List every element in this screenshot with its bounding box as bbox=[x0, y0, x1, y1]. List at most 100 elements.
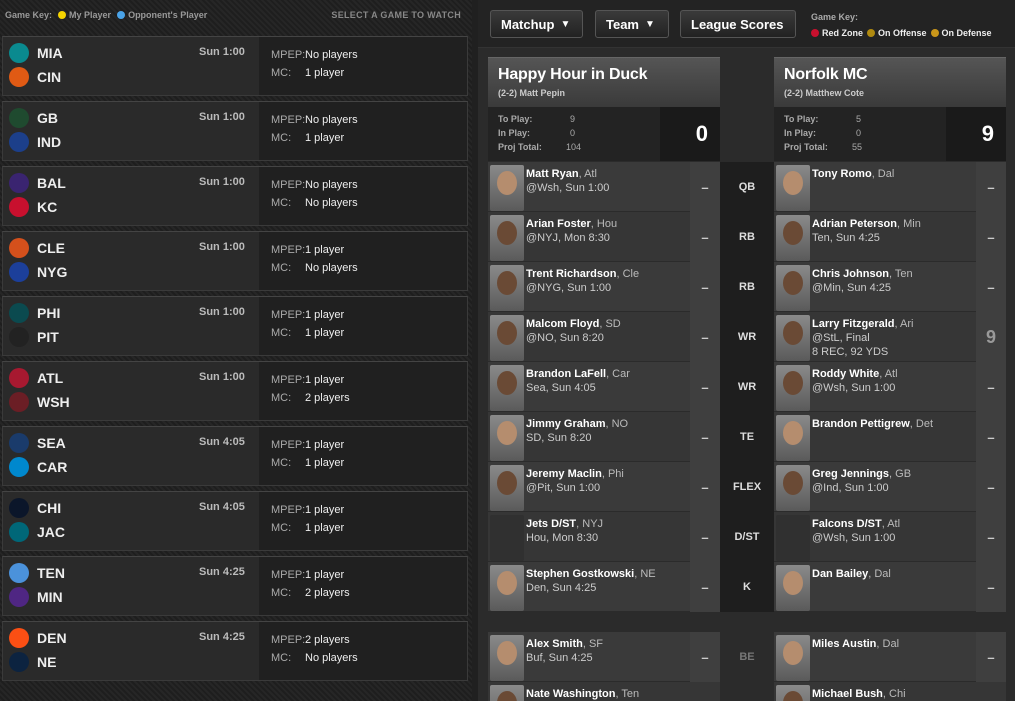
player-name[interactable]: Adrian Peterson, Min bbox=[812, 218, 921, 230]
game-card[interactable]: TEN MIN Sun 4:25 MPEP:1 player MC: 2 players bbox=[2, 556, 468, 616]
player-slot[interactable]: Michael Bush, Chi bbox=[774, 682, 1006, 701]
team-row: CIN bbox=[9, 67, 61, 87]
team-logo-icon bbox=[9, 67, 29, 87]
game-time: Sun 1:00 bbox=[199, 371, 245, 383]
player-slot[interactable]: Greg Jennings, GB @Ind, Sun 1:00– bbox=[774, 462, 1006, 512]
player-slot[interactable]: Roddy White, Atl @Wsh, Sun 1:00 – bbox=[774, 362, 1006, 412]
player-name[interactable]: Jets D/ST, NYJ bbox=[526, 518, 603, 530]
mpep-row: MPEP:1 player bbox=[271, 504, 344, 516]
game-time: Sun 1:00 bbox=[199, 306, 245, 318]
mc-value: No players bbox=[305, 197, 358, 209]
game-card[interactable]: MIA CIN Sun 1:00 MPEP:No players MC: 1 player bbox=[2, 36, 468, 96]
player-team: , Chi bbox=[882, 688, 906, 700]
player-photo bbox=[776, 465, 810, 511]
player-slot[interactable]: Jeremy Maclin, Phi @Pit, Sun 1:00– bbox=[488, 462, 720, 512]
team-abbr: WSH bbox=[37, 394, 70, 410]
game-players-info: MPEP:2 players MC: No players bbox=[259, 622, 467, 680]
game-players-info: MPEP:1 player MC: 2 players bbox=[259, 362, 467, 420]
team-row: CLE bbox=[9, 238, 65, 258]
player-slot[interactable]: Chris Johnson, Ten @Min, Sun 4:25 – bbox=[774, 262, 1006, 312]
game-card[interactable]: CLE NYG Sun 1:00 MPEP:1 player MC: No players bbox=[2, 231, 468, 291]
player-name[interactable]: Roddy White, Atl bbox=[812, 368, 898, 380]
left-game-key: Game Key: My Player Opponent's Player SE… bbox=[0, 0, 472, 30]
player-name[interactable]: Miles Austin, Dal bbox=[812, 638, 899, 650]
player-photo bbox=[490, 165, 524, 211]
in-play-label: In Play: bbox=[498, 128, 531, 138]
player-name[interactable]: Larry Fitzgerald, Ari bbox=[812, 318, 913, 330]
player-slot[interactable]: Larry Fitzgerald, Ari @StL, Final 8 REC, 9… bbox=[774, 312, 1006, 362]
player-name[interactable]: Matt Ryan, Atl bbox=[526, 168, 597, 180]
player-name[interactable]: Trent Richardson, Cle bbox=[526, 268, 639, 280]
player-name[interactable]: Stephen Gostkowski, NE bbox=[526, 568, 656, 580]
mpep-label: MPEP: bbox=[271, 114, 306, 126]
mpep-row: MPEP:No players bbox=[271, 114, 358, 126]
team-abbr: CHI bbox=[37, 500, 62, 516]
player-name[interactable]: Malcom Floyd, SD bbox=[526, 318, 621, 330]
team-header-left[interactable]: Happy Hour in Duck (2-2) Matt Pepin bbox=[488, 57, 720, 107]
game-card[interactable]: ATL WSH Sun 1:00 MPEP:1 player MC: 2 players bbox=[2, 361, 468, 421]
player-slot[interactable]: Jets D/ST, NYJ Hou, Mon 8:30 – bbox=[488, 512, 720, 562]
team-name: Norfolk MC bbox=[784, 66, 868, 83]
player-name[interactable]: Jimmy Graham, NO bbox=[526, 418, 628, 430]
mc-row: MC: 1 player bbox=[271, 457, 344, 469]
select-game-hint: SELECT A GAME TO WATCH bbox=[331, 10, 461, 20]
game-key-label: Game Key: bbox=[5, 10, 53, 20]
game-card[interactable]: GB IND Sun 1:00 MPEP:No players MC: 1 player bbox=[2, 101, 468, 161]
to-play-label: To Play: bbox=[498, 114, 533, 124]
in-play-value: 0 bbox=[856, 128, 862, 138]
mpep-label: MPEP: bbox=[271, 374, 306, 386]
player-name[interactable]: Brandon Pettigrew, Det bbox=[812, 418, 933, 430]
player-slot[interactable]: Brandon Pettigrew, Det – bbox=[774, 412, 1006, 462]
team-dropdown-button[interactable]: Team ▼ bbox=[595, 10, 669, 38]
team-logo-icon bbox=[9, 457, 29, 477]
team-logo-icon bbox=[9, 433, 29, 453]
player-name-text: Brandon Pettigrew bbox=[812, 418, 910, 430]
player-slot[interactable]: Nate Washington, Ten bbox=[488, 682, 720, 701]
game-card[interactable]: DEN NE Sun 4:25 MPEP:2 players MC: No players bbox=[2, 621, 468, 681]
player-slot[interactable]: Adrian Peterson, Min Ten, Sun 4:25 – bbox=[774, 212, 1006, 262]
player-name[interactable]: Falcons D/ST, Atl bbox=[812, 518, 900, 530]
player-slot[interactable]: Miles Austin, Dal – bbox=[774, 632, 1006, 682]
mpep-value: 1 player bbox=[305, 504, 345, 516]
player-game-line: Ten, Sun 4:25 bbox=[812, 232, 880, 244]
player-slot[interactable]: Falcons D/ST, Atl @Wsh, Sun 1:00 – bbox=[774, 512, 1006, 562]
player-name[interactable]: Tony Romo, Dal bbox=[812, 168, 894, 180]
player-name[interactable]: Alex Smith, SF bbox=[526, 638, 603, 650]
game-card[interactable]: CHI JAC Sun 4:05 MPEP:1 player MC: 1 player bbox=[2, 491, 468, 551]
team-header-right[interactable]: Norfolk MC (2-2) Matthew Cote bbox=[774, 57, 1006, 107]
team-row: PIT bbox=[9, 327, 59, 347]
league-scores-button[interactable]: League Scores bbox=[680, 10, 796, 38]
player-slot[interactable]: Brandon LaFell, Car Sea, Sun 4:05 – bbox=[488, 362, 720, 412]
player-name[interactable]: Nate Washington, Ten bbox=[526, 688, 639, 700]
player-slot[interactable]: Tony Romo, Dal – bbox=[774, 162, 1006, 212]
player-name[interactable]: Chris Johnson, Ten bbox=[812, 268, 913, 280]
matchup-dropdown-button[interactable]: Matchup ▼ bbox=[490, 10, 583, 38]
game-card[interactable]: PHI PIT Sun 1:00 MPEP:1 player MC: 1 player bbox=[2, 296, 468, 356]
player-name[interactable]: Brandon LaFell, Car bbox=[526, 368, 630, 380]
game-players-info: MPEP:1 player MC: 1 player bbox=[259, 297, 467, 355]
game-time: Sun 4:25 bbox=[199, 566, 245, 578]
player-slot[interactable]: Alex Smith, SF Buf, Sun 4:25 – bbox=[488, 632, 720, 682]
player-slot[interactable]: Stephen Gostkowski, NE Den, Sun 4:25 – bbox=[488, 562, 720, 612]
player-points: – bbox=[690, 162, 720, 212]
player-slot[interactable]: Arian Foster, Hou @NYJ, Mon 8:30 – bbox=[488, 212, 720, 262]
game-card[interactable]: SEA CAR Sun 4:05 MPEP:1 player MC: 1 player bbox=[2, 426, 468, 486]
player-name[interactable]: Jeremy Maclin, Phi bbox=[526, 468, 624, 480]
game-card[interactable]: BAL KC Sun 1:00 MPEP:No players MC: No player… bbox=[2, 166, 468, 226]
player-slot[interactable]: Dan Bailey, Dal – bbox=[774, 562, 1006, 612]
team-abbr: DEN bbox=[37, 630, 67, 646]
player-name[interactable]: Arian Foster, Hou bbox=[526, 218, 617, 230]
team-abbr: MIN bbox=[37, 589, 63, 605]
player-name[interactable]: Greg Jennings, GB bbox=[812, 468, 911, 480]
game-time: Sun 1:00 bbox=[199, 46, 245, 58]
player-slot[interactable]: Matt Ryan, Atl @Wsh, Sun 1:00 – bbox=[488, 162, 720, 212]
player-slot[interactable]: Malcom Floyd, SD @NO, Sun 8:20 – bbox=[488, 312, 720, 362]
player-slot[interactable]: Trent Richardson, Cle @NYG, Sun 1:00 – bbox=[488, 262, 720, 312]
player-slot[interactable]: Jimmy Graham, NO SD, Sun 8:20 – bbox=[488, 412, 720, 462]
position-label: D/ST bbox=[720, 512, 774, 562]
player-name[interactable]: Michael Bush, Chi bbox=[812, 688, 906, 700]
position-label: WR bbox=[720, 362, 774, 412]
player-name[interactable]: Dan Bailey, Dal bbox=[812, 568, 891, 580]
team-logo-icon bbox=[9, 628, 29, 648]
proj-total-value: 55 bbox=[852, 142, 863, 152]
